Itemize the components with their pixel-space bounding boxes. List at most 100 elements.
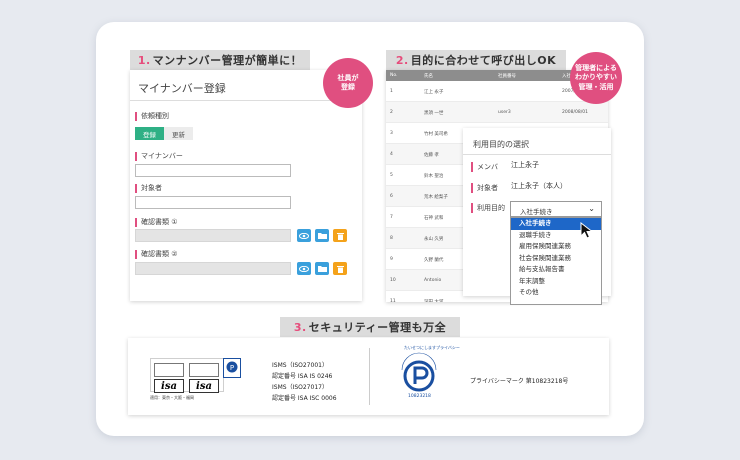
- cell-name: 久野 蘭代: [424, 258, 444, 263]
- section-title-3-text: セキュリティー管理も万全: [308, 321, 447, 334]
- doc1-file-field[interactable]: [135, 229, 291, 242]
- cell-no: 1: [390, 89, 393, 94]
- purpose-select-value: 入社手続き: [520, 208, 553, 216]
- manager-badge-line1: 管理者による: [575, 63, 617, 72]
- target-person-value: 江上永子（本人）: [511, 182, 567, 190]
- trash-icon: [336, 232, 344, 240]
- privacy-mark-text: プライバシーマーク 第10823218号: [470, 378, 569, 385]
- manager-badge: 管理者による わかりやすい 管理・活用: [570, 52, 622, 104]
- cell-name: 永山 久男: [424, 237, 444, 242]
- cell-no: 2: [390, 110, 393, 115]
- purpose-select[interactable]: 入社手続き ⌄: [510, 201, 602, 217]
- jab-accreditation-mark: P: [223, 358, 241, 378]
- section-number-1: 1.: [137, 53, 151, 67]
- security-pane: isa isa P 適用：東京・大阪・福岡 ISMS（ISO27001） 認定番…: [128, 338, 609, 415]
- cell-date: 2008/08/01: [562, 110, 588, 115]
- cell-id: user3: [498, 110, 511, 115]
- target-input[interactable]: [135, 196, 291, 209]
- isms-info: ISMS（ISO27001） 認定番号 ISA IS 0246 ISMS（ISO…: [272, 360, 337, 404]
- doc1-label: 確認書類 ①: [135, 218, 178, 227]
- employee-badge-line1: 社員が: [337, 73, 359, 82]
- cert-label-2: [189, 363, 219, 377]
- isms-line-2: 認定番号 ISA IS 0246: [272, 373, 333, 380]
- section-title-2-text: 目的に合わせて呼び出しOK: [410, 54, 557, 67]
- cell-name: 黒須 一世: [424, 111, 444, 116]
- section-title-2: 2. 目的に合わせて呼び出しOK: [386, 50, 566, 70]
- popup-title: 利用目的の選択: [473, 140, 529, 149]
- mouse-cursor-icon: [580, 222, 594, 239]
- register-toggle[interactable]: 登録: [135, 127, 164, 140]
- purpose-option[interactable]: 給与支払報告書: [511, 264, 601, 276]
- manager-badge-line3: 管理・活用: [578, 82, 614, 91]
- isms-line-1: ISMS（ISO27001）: [272, 362, 328, 369]
- cell-name: 江上 永子: [424, 90, 444, 95]
- employee-badge: 社員が 登録: [323, 58, 373, 108]
- doc2-folder-button[interactable]: [315, 262, 329, 275]
- section-number-3: 3.: [293, 320, 307, 334]
- purpose-label: 利用目的: [471, 203, 505, 213]
- section-title-3: 3. セキュリティー管理も万全: [280, 317, 460, 337]
- isa-mark-2: isa: [189, 379, 219, 393]
- cell-name: 荒木 絵梨子: [424, 195, 448, 200]
- trash-icon: [336, 265, 344, 273]
- chevron-down-icon: ⌄: [588, 204, 595, 213]
- table-row[interactable]: 2 黒須 一世 user3 2008/08/01: [386, 102, 608, 123]
- eye-icon: [299, 265, 309, 272]
- popup-divider: [463, 154, 611, 155]
- section-title-1-text: マンナンバー管理が簡単に！: [152, 54, 303, 67]
- section-title-1: 1. マンナンバー管理が簡単に！: [130, 50, 310, 70]
- col-name-header: 氏名: [424, 74, 433, 79]
- cell-no: 4: [390, 152, 393, 157]
- purpose-option[interactable]: 社会保険関連業務: [511, 253, 601, 265]
- doc2-delete-button[interactable]: [333, 262, 347, 275]
- member-value: 江上永子: [511, 161, 539, 169]
- cell-name: 石神 武和: [424, 216, 444, 221]
- purpose-option[interactable]: 雇用保険関連業務: [511, 241, 601, 253]
- cert-label-1: [154, 363, 184, 377]
- col-id-header: 社員番号: [498, 74, 516, 79]
- mynumber-form-pane: マイナンバー登録 依頼種別 登録 更新 マイナンバー 対象者 確認書類 ① 確認…: [130, 70, 362, 304]
- perforated-edge: [130, 298, 362, 304]
- target-label: 対象者: [135, 184, 162, 193]
- folder-icon: [317, 266, 327, 272]
- svg-text:P: P: [230, 364, 234, 372]
- purpose-option[interactable]: その他: [511, 287, 601, 299]
- cell-name: 佐藤 孝: [424, 153, 439, 158]
- isms-line-3: ISMS（ISO27017）: [272, 384, 328, 391]
- cell-no: 6: [390, 194, 393, 199]
- cell-name: Antonio: [424, 278, 442, 283]
- target-person-label: 対象者: [471, 183, 498, 193]
- isms-certification-logo: isa isa: [150, 358, 224, 393]
- form-title: マイナンバー登録: [138, 82, 226, 95]
- cell-no: 10: [390, 278, 396, 283]
- cell-no: 9: [390, 257, 393, 262]
- member-label: メンバ: [471, 162, 498, 172]
- doc2-view-button[interactable]: [297, 262, 311, 275]
- folder-icon: [317, 233, 327, 239]
- doc1-view-button[interactable]: [297, 229, 311, 242]
- cell-no: 8: [390, 236, 393, 241]
- doc2-label: 確認書類 ②: [135, 250, 178, 259]
- mynumber-input[interactable]: [135, 164, 291, 177]
- jab-icon: P: [226, 361, 238, 373]
- cell-name: 鈴木 聖治: [424, 174, 444, 179]
- cell-no: 5: [390, 173, 393, 178]
- doc1-folder-button[interactable]: [315, 229, 329, 242]
- cell-no: 11: [390, 299, 396, 302]
- isa-mark-1: isa: [154, 379, 184, 393]
- employee-badge-line2: 登録: [341, 83, 355, 91]
- cell-no: 3: [390, 131, 393, 136]
- manager-badge-line2: わかりやすい: [575, 73, 617, 82]
- purpose-selection-popup: 利用目的の選択 メンバ 江上永子 対象者 江上永子（本人） 利用目的 入社手続き…: [463, 128, 611, 305]
- isms-line-4: 認定番号 ISA ISC 0006: [272, 395, 337, 402]
- doc1-delete-button[interactable]: [333, 229, 347, 242]
- cell-no: 7: [390, 215, 393, 220]
- update-toggle[interactable]: 更新: [164, 127, 193, 140]
- section-number-2: 2.: [395, 53, 409, 67]
- form-divider: [130, 100, 362, 101]
- request-type-label: 依頼種別: [135, 112, 169, 121]
- privacy-number: 10823218: [408, 394, 431, 399]
- doc2-file-field[interactable]: [135, 262, 291, 275]
- cell-name: 竹村 美司希: [424, 132, 448, 137]
- purpose-option[interactable]: 年末調整: [511, 276, 601, 288]
